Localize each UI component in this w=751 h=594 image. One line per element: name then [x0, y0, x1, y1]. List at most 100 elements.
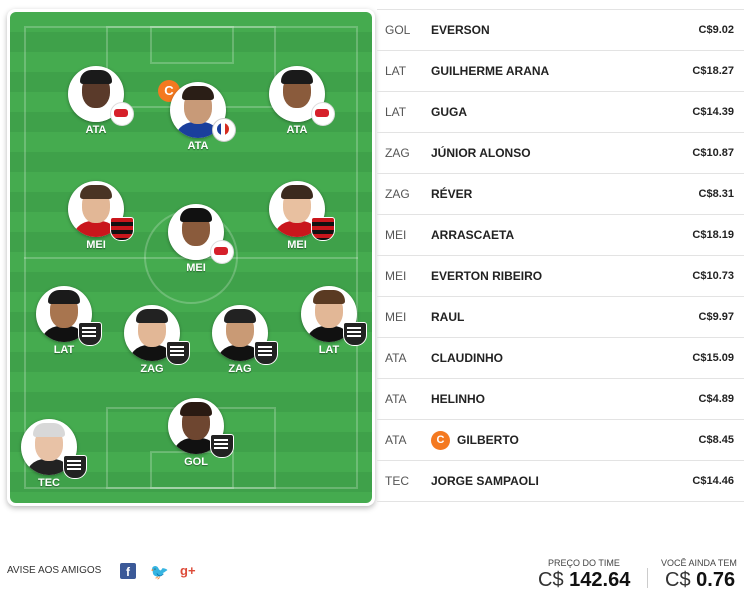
lineup-row[interactable]: LAT GUGA C$14.39 — [377, 92, 744, 133]
lineup-row[interactable]: TEC JORGE SAMPAOLI C$14.46 — [377, 461, 744, 502]
lineup-position: LAT — [385, 105, 407, 119]
lineup-player-price: C$4.89 — [698, 393, 734, 405]
lineup-position: LAT — [385, 64, 407, 78]
lineup-player-name: CLAUDINHO — [431, 351, 503, 365]
player-token[interactable]: ZAG — [112, 305, 192, 375]
club-crest-icon — [311, 217, 335, 241]
avatar-hair — [313, 290, 345, 304]
lineup-player-name: EVERTON RIBEIRO — [431, 269, 543, 283]
lineup-position: ATA — [385, 392, 407, 406]
club-crest-icon — [210, 434, 234, 458]
lineup-position: TEC — [385, 474, 409, 488]
lineup-player-price: C$10.73 — [692, 270, 734, 282]
club-crest-icon — [110, 102, 134, 126]
club-crest-icon — [110, 217, 134, 241]
lineup-row[interactable]: MEI ARRASCAETA C$18.19 — [377, 215, 744, 256]
lineup-position: MEI — [385, 310, 407, 324]
player-token[interactable]: ATA — [257, 66, 337, 136]
player-token[interactable]: GOL — [156, 398, 236, 468]
lineup-position: MEI — [385, 228, 407, 242]
lineup-row[interactable]: ZAG JÚNIOR ALONSO C$10.87 — [377, 133, 744, 174]
lineup-player-name: ARRASCAETA — [431, 228, 515, 242]
lineup-position: MEI — [385, 269, 407, 283]
lineup-player-price: C$9.97 — [698, 311, 734, 323]
lineup-row[interactable]: MEI EVERTON RIBEIRO C$10.73 — [377, 256, 744, 297]
avatar-hair — [180, 208, 212, 222]
lineup-row[interactable]: LAT GUILHERME ARANA C$18.27 — [377, 51, 744, 92]
lineup-position: ATA — [385, 433, 407, 447]
club-crest-icon — [254, 341, 278, 365]
lineup-row[interactable]: ATA HELINHO C$4.89 — [377, 379, 744, 420]
player-token[interactable]: LAT — [24, 286, 104, 356]
captain-badge-icon: C — [431, 431, 450, 450]
avatar-hair — [180, 402, 212, 416]
lineup-player-name: JORGE SAMPAOLI — [431, 474, 539, 488]
team-price-currency: C$ — [538, 569, 564, 591]
player-token[interactable]: LAT — [289, 286, 369, 356]
top-goal-box — [150, 26, 234, 64]
club-crest-icon — [210, 240, 234, 264]
avatar-hair — [48, 290, 80, 304]
player-token[interactable]: MEI — [56, 181, 136, 251]
lineup-player-price: C$9.02 — [698, 24, 734, 36]
club-crest-icon — [343, 322, 367, 346]
player-token[interactable]: MEI — [156, 204, 236, 274]
remaining-balance: C$ 0.76 — [665, 569, 735, 592]
lineup-position: ATA — [385, 351, 407, 365]
player-token[interactable]: C ATA — [158, 80, 238, 152]
lineup-player-price: C$18.19 — [692, 229, 734, 241]
footer-separator — [647, 568, 648, 588]
lineup-row[interactable]: GOL EVERSON C$9.02 — [377, 10, 744, 51]
lineup-player-name: EVERSON — [431, 23, 490, 37]
lineup-player-name: HELINHO — [431, 392, 485, 406]
remaining-currency: C$ — [665, 569, 691, 591]
google-plus-icon[interactable]: g+ — [180, 563, 196, 579]
avatar-hair — [80, 185, 112, 199]
lineup-position: ZAG — [385, 146, 410, 160]
lineup-position: GOL — [385, 23, 411, 37]
avatar-hair — [281, 70, 313, 84]
club-crest-icon — [78, 322, 102, 346]
remaining-label: VOCÊ AINDA TEM — [661, 558, 737, 568]
club-crest-icon — [166, 341, 190, 365]
avatar-hair — [33, 423, 65, 437]
share-label: AVISE AOS AMIGOS — [7, 565, 102, 576]
avatar-hair — [182, 86, 214, 100]
player-token[interactable]: TEC — [9, 419, 89, 489]
remaining-value: 0.76 — [696, 569, 736, 591]
player-token[interactable]: MEI — [257, 181, 337, 251]
lineup-player-price: C$14.46 — [692, 475, 734, 487]
club-crest-icon — [63, 455, 87, 479]
avatar-hair — [281, 185, 313, 199]
lineup-row[interactable]: ATA C GILBERTO C$8.45 — [377, 420, 744, 461]
lineup-player-price: C$10.87 — [692, 147, 734, 159]
club-crest-icon — [311, 102, 335, 126]
player-token[interactable]: ZAG — [200, 305, 280, 375]
lineup-player-price: C$8.45 — [698, 434, 734, 446]
lineup-player-price: C$15.09 — [692, 352, 734, 364]
lineup-player-price: C$8.31 — [698, 188, 734, 200]
player-token[interactable]: ATA — [56, 66, 136, 136]
lineup-player-name: GUGA — [431, 105, 467, 119]
lineup-row[interactable]: ZAG RÉVER C$8.31 — [377, 174, 744, 215]
lineup-player-price: C$18.27 — [692, 65, 734, 77]
lineup-row[interactable]: ATA CLAUDINHO C$15.09 — [377, 338, 744, 379]
team-price: C$ 142.64 — [538, 569, 630, 592]
club-crest-icon — [212, 118, 236, 142]
lineup-player-price: C$14.39 — [692, 106, 734, 118]
lineup-player-name: JÚNIOR ALONSO — [431, 146, 531, 160]
lineup-player-name: RAUL — [431, 310, 465, 324]
avatar-hair — [224, 309, 256, 323]
lineup-row[interactable]: MEI RAUL C$9.97 — [377, 297, 744, 338]
lineup-player-name: RÉVER — [431, 187, 473, 201]
lineup-list: GOL EVERSON C$9.02 LAT GUILHERME ARANA C$18.2… — [377, 9, 744, 502]
avatar-hair — [136, 309, 168, 323]
lineup-position: ZAG — [385, 187, 410, 201]
avatar-hair — [80, 70, 112, 84]
twitter-icon[interactable]: 🐦 — [150, 563, 169, 581]
facebook-icon[interactable]: f — [120, 563, 136, 579]
team-price-label: PREÇO DO TIME — [548, 558, 620, 568]
team-price-value: 142.64 — [569, 569, 631, 591]
lineup-player-name: GILBERTO — [457, 433, 519, 447]
lineup-player-name: GUILHERME ARANA — [431, 64, 550, 78]
